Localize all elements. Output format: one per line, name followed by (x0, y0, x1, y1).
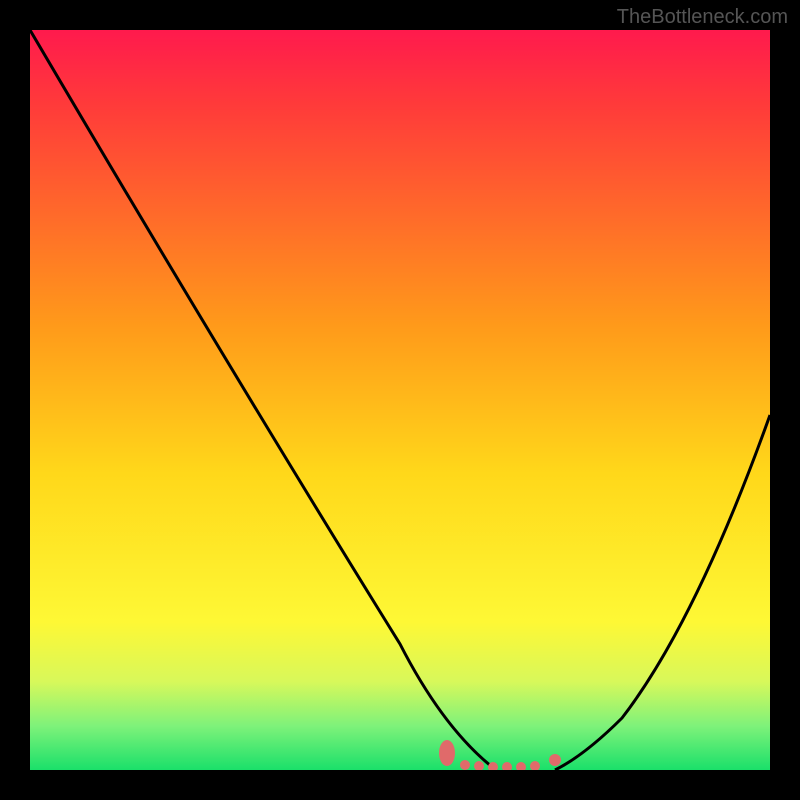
marker-right-end (549, 754, 561, 766)
marker-layer (30, 30, 770, 770)
marker-bottom-6 (530, 761, 540, 770)
marker-bottom-4 (502, 762, 512, 770)
marker-bottom-3 (488, 762, 498, 770)
marker-bottom-5 (516, 762, 526, 770)
marker-bottom-1 (460, 760, 470, 770)
chart-container: TheBottleneck.com (0, 0, 800, 800)
watermark-text: TheBottleneck.com (617, 6, 788, 29)
marker-left-end (439, 740, 455, 766)
plot-area (30, 30, 770, 770)
marker-bottom-2 (474, 761, 484, 770)
